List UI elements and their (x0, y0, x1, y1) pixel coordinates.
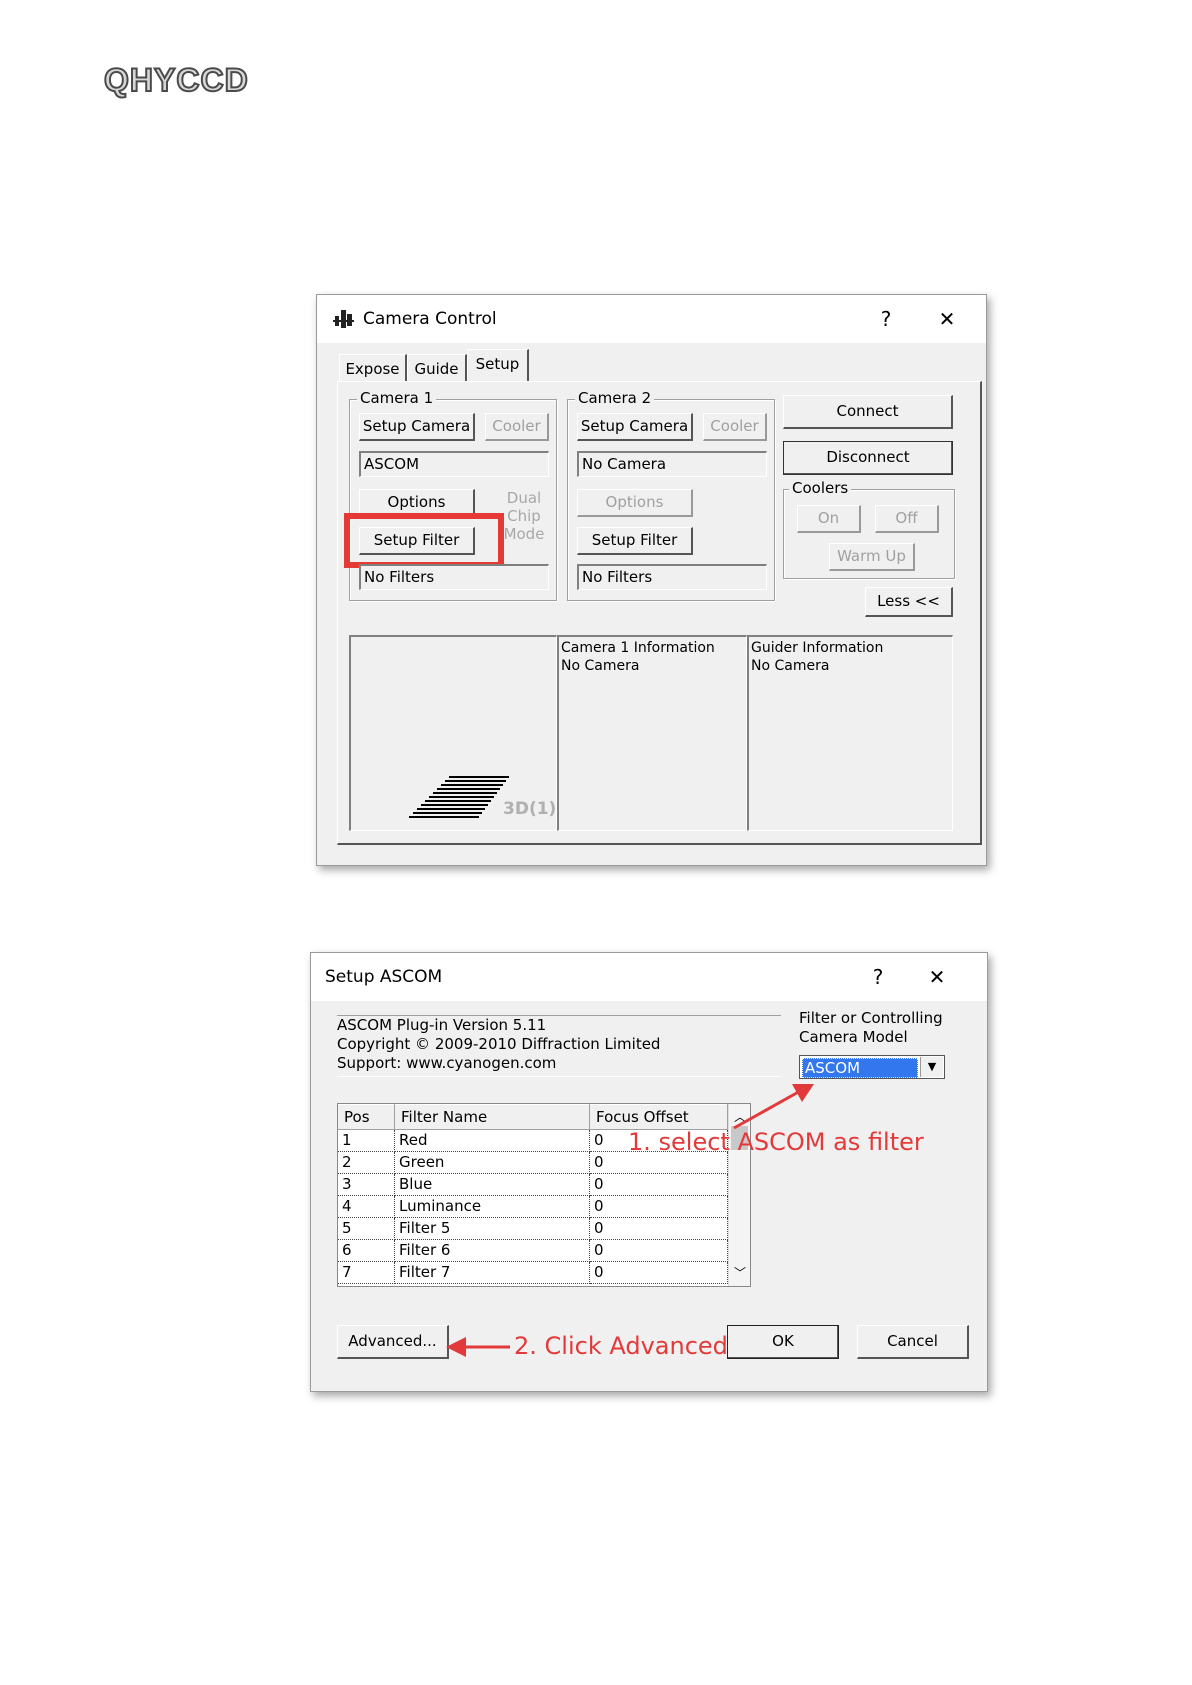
close-icon[interactable]: ✕ (936, 307, 958, 331)
annotation-step2: 2. Click Advanced (514, 1332, 728, 1360)
cell-focus-offset[interactable]: 0 (589, 1173, 728, 1196)
camera1-info-value: No Camera (561, 658, 640, 674)
cell-pos: 4 (338, 1195, 395, 1218)
table-row[interactable]: 7 Filter 70 (338, 1261, 728, 1284)
tab-guide[interactable]: Guide (407, 354, 467, 381)
camera1-label: Camera 1 (357, 389, 437, 407)
connect-button[interactable]: Connect (783, 395, 953, 429)
ok-button[interactable]: OK (727, 1325, 839, 1359)
cell-pos: 1 (338, 1129, 395, 1152)
cell-filter-name[interactable]: Filter 5 (394, 1217, 590, 1240)
plugin-version: ASCOM Plug-in Version 5.11 (337, 1016, 547, 1034)
plugin-copyright: Copyright © 2009-2010 Diffraction Limite… (337, 1035, 661, 1053)
cell-filter-name[interactable]: Filter 7 (394, 1261, 590, 1284)
cooler-off-button[interactable]: Off (875, 505, 939, 533)
camera1-filters-field: No Filters (359, 564, 549, 590)
camera1-info-title: Camera 1 Information (561, 640, 715, 656)
plugin-info-box: ASCOM Plug-in Version 5.11 Copyright © 2… (337, 1015, 781, 1077)
title-bar: Camera Control ? ✕ (317, 295, 986, 343)
camera1-cooler-button[interactable]: Cooler (485, 413, 549, 441)
cell-pos: 5 (338, 1217, 395, 1240)
annotation-arrow-1 (733, 1084, 814, 1130)
disconnect-button[interactable]: Disconnect (783, 441, 953, 475)
camera2-setup-filter-button[interactable]: Setup Filter (577, 527, 693, 555)
help-button[interactable]: ? (867, 965, 889, 989)
camera2-setup-camera-button[interactable]: Setup Camera (577, 413, 693, 441)
camera2-filters-field: No Filters (577, 564, 767, 590)
cell-pos: 7 (338, 1261, 395, 1284)
filter-model-label: Filter or Controlling Camera Model (799, 1009, 943, 1046)
cell-pos: 2 (338, 1151, 395, 1174)
cell-pos: 3 (338, 1173, 395, 1196)
help-button[interactable]: ? (875, 307, 897, 331)
preview-panel: 3D(1) (349, 635, 557, 831)
warm-up-button[interactable]: Warm Up (829, 543, 915, 571)
cell-pos: 6 (338, 1239, 395, 1262)
cell-filter-name[interactable]: Blue (394, 1173, 590, 1196)
window-title: Camera Control (363, 309, 497, 329)
guider-info-title: Guider Information (751, 640, 884, 656)
plugin-support: Support: www.cyanogen.com (337, 1054, 557, 1072)
title-bar: Setup ASCOM ? ✕ (311, 953, 987, 1001)
guider-info-value: No Camera (751, 658, 830, 674)
less-button[interactable]: Less << (865, 587, 953, 617)
cell-focus-offset[interactable]: 0 (589, 1261, 728, 1284)
filter-model-selected: ASCOM (802, 1058, 918, 1078)
coolers-label: Coolers (789, 479, 852, 497)
table-row[interactable]: 3 Blue 0 (338, 1173, 728, 1196)
table-row[interactable]: 5 Filter 50 (338, 1217, 728, 1240)
scroll-down-icon[interactable]: ﹀ (734, 1264, 746, 1281)
camera1-setup-camera-button[interactable]: Setup Camera (359, 413, 475, 441)
setup-filter-highlight (344, 513, 504, 568)
dual-chip-mode-label: Dual Chip Mode (503, 489, 545, 543)
chevron-down-icon[interactable]: ▼ (920, 1057, 943, 1077)
tab-setup[interactable]: Setup (467, 349, 529, 382)
guider-info-panel: Guider Information No Camera (747, 635, 953, 831)
advanced-button[interactable]: Advanced... (337, 1325, 449, 1359)
annotation-arrow-2 (446, 1337, 510, 1357)
preview-label: 3D(1) (503, 799, 557, 819)
cell-filter-name[interactable]: Green (394, 1151, 590, 1174)
window-title: Setup ASCOM (325, 967, 443, 987)
table-row[interactable]: 6 Filter 60 (338, 1239, 728, 1262)
header-focus-offset[interactable]: Focus Offset (589, 1104, 728, 1130)
cell-focus-offset[interactable]: 0 (589, 1217, 728, 1240)
camera2-cooler-button[interactable]: Cooler (703, 413, 767, 441)
camera2-name-field: No Camera (577, 451, 767, 477)
camera2-label: Camera 2 (575, 389, 655, 407)
cooler-on-button[interactable]: On (797, 505, 861, 533)
table-row[interactable]: 4 Luminance 0 (338, 1195, 728, 1218)
cell-focus-offset[interactable]: 0 (589, 1195, 728, 1218)
cell-focus-offset[interactable]: 0 (589, 1239, 728, 1262)
cell-filter-name[interactable]: Luminance (394, 1195, 590, 1218)
camera-control-dialog: Camera Control ? ✕ Expose Guide Setup Ca… (316, 294, 987, 866)
header-filter-name[interactable]: Filter Name (394, 1104, 590, 1130)
table-header-row: Pos Filter Name Focus Offset (338, 1104, 728, 1130)
tab-expose[interactable]: Expose (339, 354, 407, 381)
header-pos[interactable]: Pos (338, 1104, 395, 1130)
qhyccd-logo: QHYCCD (103, 61, 249, 99)
camera1-name-field: ASCOM (359, 451, 549, 477)
camera2-options-button[interactable]: Options (577, 489, 693, 517)
camera1-info-panel: Camera 1 Information No Camera (557, 635, 747, 831)
close-icon[interactable]: ✕ (926, 965, 948, 989)
cell-filter-name[interactable]: Filter 6 (394, 1239, 590, 1262)
annotation-step1: 1. select ASCOM as filter (628, 1128, 924, 1156)
cell-filter-name[interactable]: Red (394, 1129, 590, 1152)
setup-ascom-dialog: Setup ASCOM ? ✕ ASCOM Plug-in Version 5.… (310, 952, 988, 1392)
camera-app-icon (333, 308, 355, 335)
cancel-button[interactable]: Cancel (857, 1325, 969, 1359)
